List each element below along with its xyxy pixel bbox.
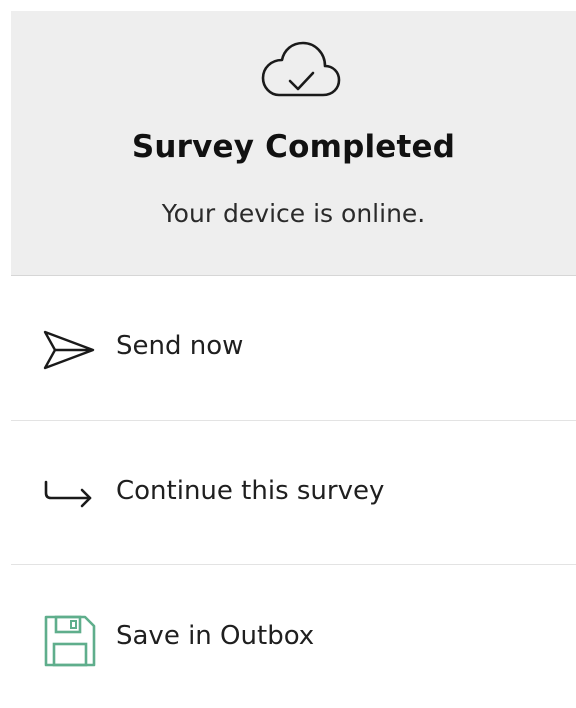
send-now-button[interactable]: Send now — [11, 277, 576, 420]
paper-plane-icon — [43, 330, 95, 370]
floppy-disk-icon — [44, 615, 96, 667]
page-title: Survey Completed — [131, 129, 456, 165]
continue-survey-label: Continue this survey — [116, 476, 385, 506]
completion-header: Survey Completed Your device is online. — [11, 11, 576, 276]
save-in-outbox-label: Save in Outbox — [116, 621, 315, 651]
save-in-outbox-button[interactable]: Save in Outbox — [11, 565, 576, 708]
cloud-check-icon — [261, 41, 341, 97]
connection-status: Your device is online. — [161, 199, 426, 228]
arrow-return-right-icon — [44, 480, 92, 508]
continue-survey-button[interactable]: Continue this survey — [11, 421, 576, 564]
send-now-label: Send now — [116, 331, 244, 361]
survey-completed-sheet: Survey Completed Your device is online. … — [11, 11, 576, 708]
